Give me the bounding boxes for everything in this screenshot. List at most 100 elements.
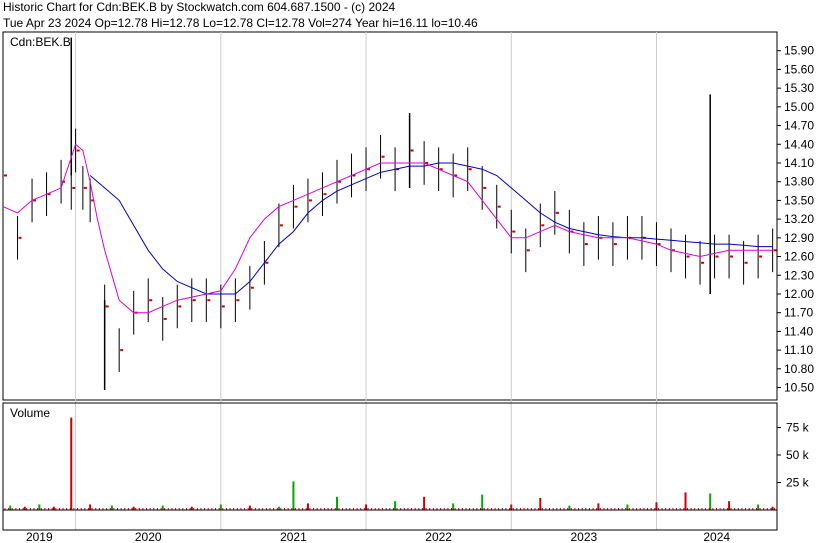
volume-bar [38,504,41,510]
close-marker [308,199,312,202]
close-marker [279,224,283,227]
close-marker [730,255,734,258]
volume-bar [394,501,397,510]
moving-average-short-line [2,143,773,314]
close-marker [773,249,777,252]
close-marker [497,205,501,208]
price-tick-label: 11.40 [784,324,813,338]
close-marker [512,230,516,233]
volume-bar [452,503,455,510]
x-tick-label: 2024 [703,530,730,543]
close-marker [236,299,240,302]
x-axis-frame [2,509,778,531]
price-tick-label: 15.60 [784,62,814,76]
close-marker [686,255,690,258]
volume-bar [568,505,571,510]
close-marker [526,249,530,252]
volume-bar [292,481,295,510]
price-tick-label: 12.60 [784,250,814,264]
x-tick-label: 2023 [571,530,598,543]
close-marker [265,261,269,264]
price-tick-label: 12.30 [784,268,814,282]
x-tick-label: 2022 [425,530,452,543]
volume-bar [335,496,338,510]
close-marker [613,243,617,246]
price-tick-label: 15.00 [784,100,814,114]
close-marker [18,236,22,239]
volume-bar [365,504,368,510]
close-marker [541,224,545,227]
price-tick-label: 15.90 [784,44,814,58]
volume-bar [728,501,731,510]
close-marker [555,211,559,214]
close-marker [759,255,763,258]
x-tick-label: 2019 [26,530,53,543]
close-marker [149,299,153,302]
volume-bar [161,505,164,510]
price-pane: 15.90 15.60 15.30 15.00 14.70 14.40 14.10 13.80… [2,31,814,530]
close-marker [410,149,414,152]
price-tick-label: 13.20 [784,212,814,226]
price-tick-label: 14.70 [784,119,814,133]
volume-bar [219,504,222,510]
volume-bar [481,494,484,510]
close-marker [323,193,327,196]
close-marker [192,299,196,302]
close-marker [483,186,487,189]
close-marker [584,243,588,246]
close-marker [120,349,124,352]
close-marker [76,149,80,152]
price-tick-label: 12.90 [784,231,814,245]
close-marker [250,286,254,289]
close-marker [105,305,109,308]
price-tick-label: 10.50 [784,381,814,395]
close-marker [178,305,182,308]
price-tick-label: 13.80 [784,175,814,189]
price-tick-label: 10.80 [784,362,814,376]
price-tick-label: 13.50 [784,193,814,207]
x-tick-label: 2020 [135,530,162,543]
price-tick-label: 14.40 [784,137,814,151]
close-marker [72,186,76,189]
price-tick-label: 11.70 [784,306,813,320]
volume-bar [709,493,712,510]
volume-bar [655,502,658,510]
moving-average-long-line [89,162,773,295]
close-marker [715,255,719,258]
volume-bar [597,503,600,510]
volume-tick-label: 75 k [786,421,810,435]
close-marker [381,155,385,158]
volume-frame [2,402,778,511]
volume-pane: 75 k 50 k 25 k [2,402,810,511]
close-marker [744,261,748,264]
x-axis: 2019 2020 2021 2022 2023 2024 [2,509,778,543]
volume-title: Volume [10,406,50,420]
volume-bar [757,504,760,510]
price-tick-label: 12.00 [784,287,814,301]
volume-bar [89,504,92,510]
close-marker [468,168,472,171]
close-marker [83,186,87,189]
volume-bar [539,497,542,510]
volume-bar [626,504,629,510]
close-marker [221,305,225,308]
close-marker [4,174,7,177]
volume-bar [423,496,426,510]
price-legend: Cdn:BEK.B [10,35,71,49]
stock-chart: 15.90 15.60 15.30 15.00 14.70 14.40 14.10 13.80… [2,31,814,543]
price-tick-label: 11.10 [784,343,813,357]
volume-bar [306,503,309,510]
volume-tick-label: 50 k [786,448,810,462]
volume-tick-label: 25 k [786,476,810,490]
volume-bar [684,492,687,510]
x-tick-label: 2021 [280,530,307,543]
price-tick-label: 14.10 [784,156,814,170]
close-marker [163,317,167,320]
close-marker [294,205,298,208]
close-marker [207,299,211,302]
price-tick-label: 15.30 [784,81,814,95]
volume-bar [248,505,251,510]
volume-bar [70,417,73,510]
volume-bar [9,505,12,510]
volume-bar [110,505,113,510]
